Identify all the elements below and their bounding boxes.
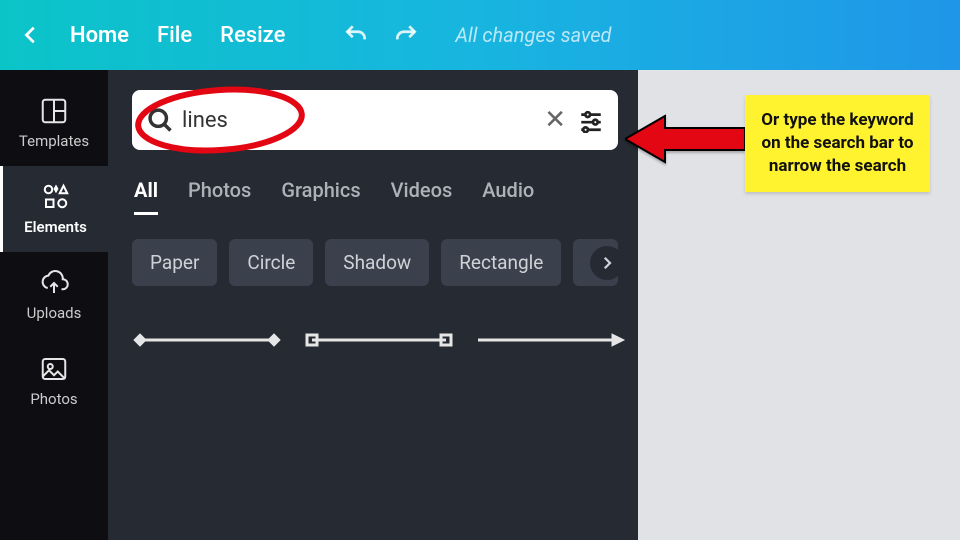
search-bar: ✕ [132,90,618,150]
chip-shadow[interactable]: Shadow [325,239,429,286]
chip-paper[interactable]: Paper [132,239,217,286]
search-icon [146,106,174,134]
sidebar-item-uploads[interactable]: Uploads [0,252,108,338]
callout-text: Or type the keyword on the search bar to… [761,110,913,176]
search-results [132,332,618,348]
elements-panel: ✕ All Photos Graphics Videos Audio Paper… [108,70,638,540]
undo-redo-group [343,22,419,48]
tab-all[interactable]: All [134,178,158,215]
sidebar-item-label: Templates [19,132,89,150]
sidebar-item-label: Elements [24,218,87,236]
save-status: All changes saved [455,23,611,47]
sidebar-item-photos[interactable]: Photos [0,338,108,424]
tab-audio[interactable]: Audio [482,178,534,215]
chip-rectangle[interactable]: Rectangle [441,239,561,286]
annotation-arrow [625,110,745,172]
suggestion-chips: Paper Circle Shadow Rectangle Ta [132,239,618,286]
line-element-diamond[interactable] [132,332,282,348]
top-toolbar: Home File Resize All changes saved [0,0,960,70]
filter-tabs: All Photos Graphics Videos Audio [132,178,618,215]
photos-icon [39,354,69,384]
undo-icon[interactable] [343,22,369,48]
sidebar-item-label: Uploads [27,304,82,322]
tab-videos[interactable]: Videos [391,178,453,215]
line-element-arrow[interactable] [476,332,626,348]
tab-graphics[interactable]: Graphics [281,178,360,215]
back-icon[interactable] [20,24,42,46]
search-input[interactable] [182,108,532,133]
chevron-right-icon [598,254,616,272]
filter-icon[interactable] [578,107,604,133]
chips-scroll-right[interactable] [590,246,624,280]
sidebar-item-label: Photos [30,390,77,408]
uploads-icon [39,268,69,298]
annotation-callout: Or type the keyword on the search bar to… [745,95,930,192]
clear-search-button[interactable]: ✕ [540,105,570,135]
top-left-group: Home File Resize All changes saved [20,22,611,48]
file-menu[interactable]: File [157,23,192,48]
redo-icon[interactable] [393,22,419,48]
chip-circle[interactable]: Circle [229,239,313,286]
elements-icon [41,182,71,212]
sidebar-item-elements[interactable]: Elements [0,166,108,252]
sidebar-item-templates[interactable]: Templates [0,80,108,166]
left-sidebar: Templates Elements Uploads Photos [0,70,108,540]
resize-menu[interactable]: Resize [220,23,285,48]
search-wrapper: ✕ [132,90,618,150]
templates-icon [39,96,69,126]
home-button[interactable]: Home [70,23,129,48]
tab-photos[interactable]: Photos [188,178,251,215]
line-element-square[interactable] [304,332,454,348]
